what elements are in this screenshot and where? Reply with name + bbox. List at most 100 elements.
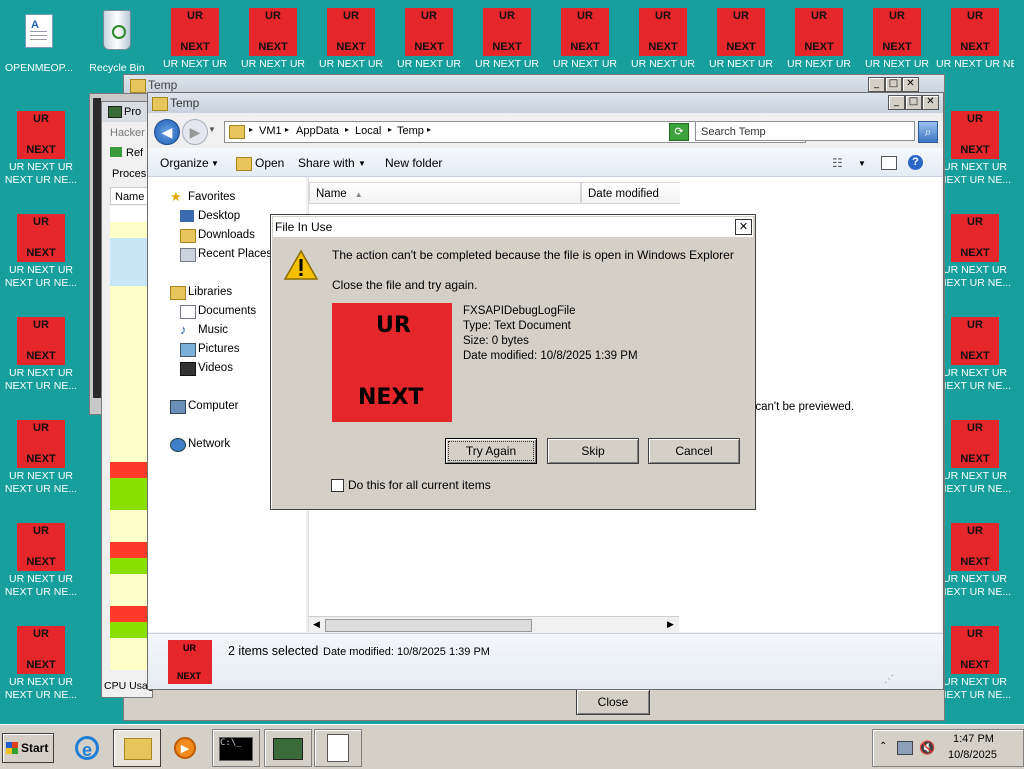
process-row[interactable] [110, 430, 152, 446]
view-options-icon[interactable]: ☷ [832, 156, 843, 170]
scroll-right-icon[interactable]: ▶ [667, 619, 674, 630]
back-arrow-icon[interactable]: ◀ [154, 119, 180, 145]
process-row[interactable] [110, 414, 152, 430]
desktop-icon-ur-next[interactable]: UR NEXT UR NEXT UR [702, 0, 780, 72]
desktop-icon-ur-next[interactable]: UR NEXT UR NEXT UR NEXT UR NE... [2, 309, 80, 392]
cancel-button[interactable]: Cancel [648, 438, 740, 464]
process-row[interactable] [110, 238, 152, 254]
breadcrumb-temp[interactable]: Temp [397, 125, 424, 137]
proc-col-name[interactable]: Name [110, 187, 152, 205]
desktop-icon-ur-next[interactable]: UR NEXT UR NEXT UR [858, 0, 936, 72]
taskbar-explorer[interactable] [113, 729, 161, 767]
volume-muted-icon[interactable]: 🔇 [919, 740, 935, 756]
open-button[interactable]: Open [255, 156, 284, 170]
process-row[interactable] [110, 542, 152, 558]
taskbar-process-hacker[interactable] [264, 729, 312, 767]
desktop-icon-ur-next[interactable]: UR NEXT UR NEXT UR [234, 0, 312, 72]
process-row[interactable] [110, 494, 152, 510]
process-row[interactable] [110, 286, 152, 302]
nav-downloads[interactable]: Downloads [180, 229, 255, 243]
clock-time[interactable]: 1:47 PM [953, 733, 994, 745]
taskbar-ie[interactable]: e [65, 729, 113, 767]
desktop-icon-ur-next[interactable]: UR NEXT UR NEXT UR NEXT UR NE... [2, 515, 80, 598]
process-row[interactable] [110, 446, 152, 462]
process-row[interactable] [110, 462, 152, 478]
preview-pane-icon[interactable] [881, 156, 897, 170]
desktop-icon-ur-next[interactable]: UR NEXT UR NEXT UR [780, 0, 858, 72]
scrollbar-thumb[interactable] [325, 619, 532, 632]
search-input[interactable]: Search Temp [695, 121, 915, 141]
process-row[interactable] [110, 270, 152, 286]
skip-button[interactable]: Skip [547, 438, 639, 464]
process-row[interactable] [110, 350, 152, 366]
nav-libraries[interactable]: Libraries [170, 286, 232, 300]
chevron-down-icon[interactable]: ▼ [858, 159, 866, 168]
desktop-icon-ur-next[interactable]: UR NEXT UR NEXT UR [546, 0, 624, 72]
nav-recent-places[interactable]: Recent Places [180, 248, 272, 262]
process-hacker-window[interactable]: Pro Hacker Ref Proces Name CPU Usage: 99… [101, 101, 184, 698]
proc-menu-hacker[interactable]: Hacker [110, 127, 145, 139]
process-row[interactable] [110, 318, 152, 334]
nav-computer[interactable]: Computer [170, 400, 239, 414]
try-again-button[interactable]: Try Again [445, 438, 537, 464]
maximize-button[interactable]: □ [885, 77, 902, 92]
process-row[interactable] [110, 526, 152, 542]
horizontal-scrollbar[interactable]: ◀ ▶ [309, 616, 679, 633]
process-row[interactable] [110, 590, 152, 606]
nav-documents[interactable]: Documents [180, 305, 256, 319]
desktop-icon-recycle-bin[interactable]: Recycle Bin [78, 4, 156, 76]
minimize-button[interactable]: _ [888, 95, 905, 110]
apply-all-checkbox[interactable] [331, 479, 344, 492]
desktop-icon-ur-next[interactable]: UR NEXT UR NEXT UR NEXT UR NE... [2, 412, 80, 495]
process-row[interactable] [110, 382, 152, 398]
desktop-icon-ur-next[interactable]: UR NEXT UR NEXT UR NEXT UR NE... [936, 618, 1014, 701]
scroll-left-icon[interactable]: ◀ [313, 619, 320, 630]
share-with-button[interactable]: Share with [298, 156, 355, 170]
nav-favorites[interactable]: ★ Favorites [170, 189, 235, 204]
desktop-icon-ur-next[interactable]: UR NEXT UR NEXT UR NEXT UR NE... [2, 206, 80, 289]
process-row[interactable] [110, 334, 152, 350]
proc-refresh[interactable]: Ref [126, 147, 143, 159]
desktop-icon-ur-next[interactable]: UR NEXT UR NEXT UR [624, 0, 702, 72]
breadcrumb-appdata[interactable]: AppData [296, 125, 339, 137]
desktop-icon-ur-next[interactable]: UR NEXT UR NEXT UR NEXT UR NE... [936, 515, 1014, 598]
desktop-icon-ur-next[interactable]: UR NEXT UR NEXT UR NEXT UR NE... [2, 618, 80, 701]
network-icon[interactable] [897, 741, 913, 755]
file-in-use-dialog[interactable]: File In Use ✕ The action can't be comple… [270, 214, 756, 510]
process-row[interactable] [110, 366, 152, 382]
nav-pictures[interactable]: Pictures [180, 343, 240, 357]
desktop-icon-ur-next[interactable]: UR NEXT UR NEXT UR NEXT UR NE... [936, 412, 1014, 495]
help-icon[interactable]: ? [908, 155, 923, 170]
taskbar-notepad[interactable] [314, 729, 362, 767]
maximize-button[interactable]: □ [905, 95, 922, 110]
process-row[interactable] [110, 478, 152, 494]
nav-network[interactable]: Network [170, 438, 230, 452]
nav-videos[interactable]: Videos [180, 362, 233, 376]
nav-desktop[interactable]: Desktop [180, 210, 240, 222]
taskbar-media-player[interactable]: ▶ [161, 729, 209, 767]
taskbar-cmd[interactable]: C:\_ [212, 729, 260, 767]
refresh-icon[interactable]: ⟳ [669, 123, 689, 141]
desktop-icon-ur-next[interactable]: UR NEXT UR NEXT UR [156, 0, 234, 72]
apply-all-label[interactable]: Do this for all current items [348, 478, 491, 492]
column-header-name[interactable]: Name ▲ [309, 182, 581, 204]
close-icon[interactable]: ✕ [902, 77, 919, 92]
column-header-date[interactable]: Date modified [581, 182, 681, 204]
search-icon[interactable]: ⌕ [918, 121, 938, 143]
clock-date[interactable]: 10/8/2025 [948, 749, 997, 761]
desktop-icon-ur-next[interactable]: UR NEXT UR NEXT UR [390, 0, 468, 72]
minimize-button[interactable]: _ [868, 77, 885, 92]
desktop-icon-ur-next[interactable]: UR NEXT UR NEXT UR NEXT UR NE... [936, 309, 1014, 392]
process-row[interactable] [110, 606, 152, 622]
forward-arrow-icon[interactable]: ▶ [182, 119, 208, 145]
show-hidden-icons-chevron-icon[interactable]: ⌃ [879, 741, 887, 752]
desktop-icon-ur-next[interactable]: UR NEXT UR NEXT UR [468, 0, 546, 72]
desktop-icon-document[interactable]: A OPENMEOP... [0, 4, 78, 76]
process-row[interactable] [110, 574, 152, 590]
history-chevron-icon[interactable]: ▼ [208, 125, 216, 134]
organize-button[interactable]: Organize [160, 156, 209, 170]
close-button[interactable]: ✕ [922, 95, 939, 110]
breadcrumb-vm1[interactable]: VM1 [259, 125, 282, 137]
desktop-icon-ur-next[interactable]: UR NEXT UR NEXT UR NEXT UR NE... [936, 103, 1014, 186]
nav-music[interactable]: ♪ Music [180, 322, 228, 337]
